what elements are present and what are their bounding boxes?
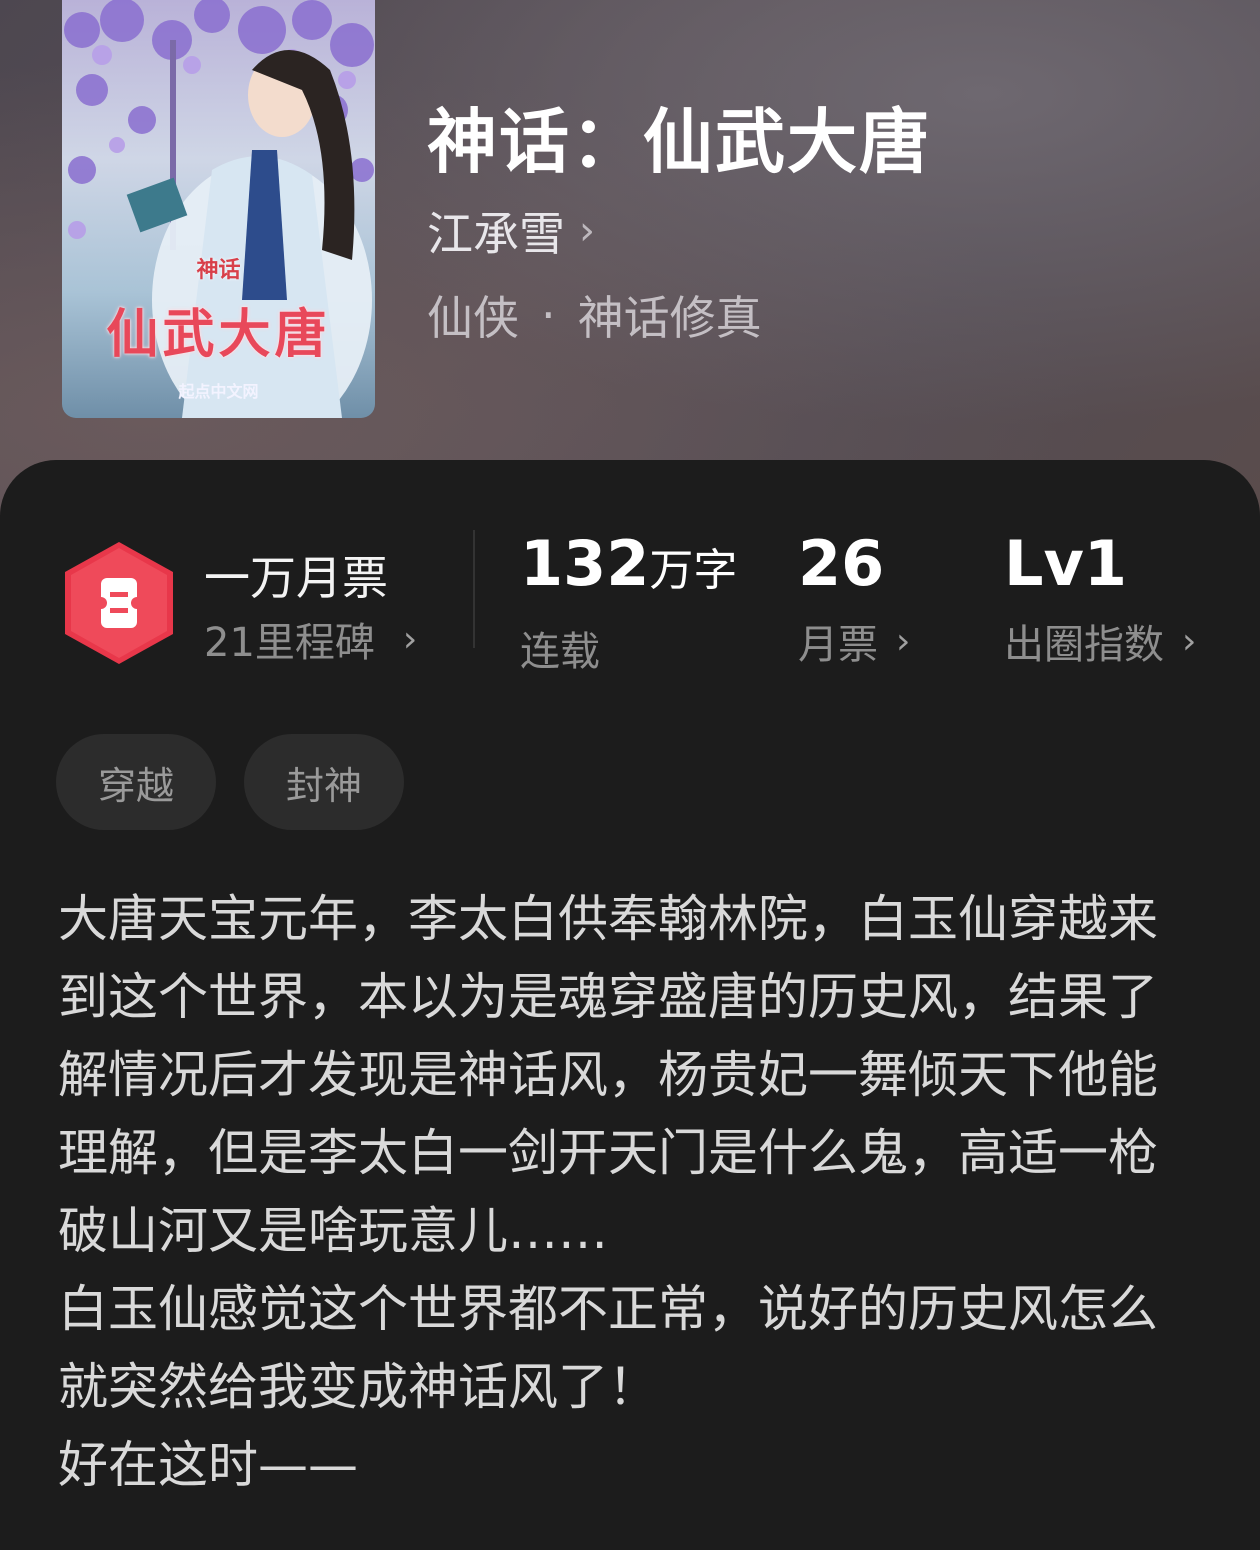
milestone-subtitle: 21里程碑 xyxy=(204,620,375,666)
word-count-stat: 132万字 连载 xyxy=(520,530,737,677)
milestone-title: 一万月票 xyxy=(204,551,388,605)
ticket-badge-icon xyxy=(65,542,173,664)
tag-list: 穿越 封神 xyxy=(56,734,432,830)
stats-divider xyxy=(473,530,475,648)
category: 仙侠 xyxy=(427,291,519,345)
circle-index-stat[interactable]: Lv1 出圈指数 › xyxy=(1004,530,1196,670)
chevron-right-icon: › xyxy=(579,208,595,254)
cover-publisher: 起点中文网 xyxy=(178,382,259,401)
author-name: 江承雪 xyxy=(427,207,565,261)
book-title: 神话：仙武大唐 xyxy=(427,100,931,183)
status-label: 连载 xyxy=(520,629,600,675)
detail-panel: 一万月票 21里程碑 › 132万字 连载 26 月票 › Lv1 出圈指数 ›… xyxy=(0,460,1260,1550)
cover-small-title: 神话 xyxy=(196,258,241,283)
book-cover[interactable]: 神话 仙武大唐 起点中文网 xyxy=(62,0,375,418)
monthly-votes-stat[interactable]: 26 月票 › xyxy=(798,530,910,670)
chevron-right-icon: › xyxy=(896,620,911,662)
chevron-right-icon: › xyxy=(402,618,418,660)
genre-row: 仙侠 · 神话修真 xyxy=(427,282,762,348)
word-count-unit: 万字 xyxy=(649,545,738,596)
header-background: 神话 仙武大唐 起点中文网 神话：仙武大唐 江承雪 › 仙侠 · 神话修真 xyxy=(0,0,1260,520)
separator-dot: · xyxy=(541,288,556,342)
monthly-votes-value: 26 xyxy=(798,527,885,600)
subcategory: 神话修真 xyxy=(577,291,762,345)
monthly-votes-label: 月票 xyxy=(798,622,878,668)
word-count-value: 132 xyxy=(520,527,650,600)
circle-index-label: 出圈指数 xyxy=(1004,622,1164,668)
circle-index-value: Lv1 xyxy=(1004,527,1128,600)
cover-big-title: 仙武大唐 xyxy=(106,305,331,365)
chevron-right-icon: › xyxy=(1182,620,1197,662)
tag-chip[interactable]: 穿越 xyxy=(56,734,217,830)
tag-chip[interactable]: 封神 xyxy=(244,734,405,830)
milestone-subtitle-row: 21里程碑 › xyxy=(204,610,417,668)
author-link[interactable]: 江承雪 › xyxy=(427,198,595,264)
book-description[interactable]: 大唐天宝元年，李太白供奉翰林院，白玉仙穿越来到这个世界，本以为是魂穿盛唐的历史风… xyxy=(58,880,1178,1504)
